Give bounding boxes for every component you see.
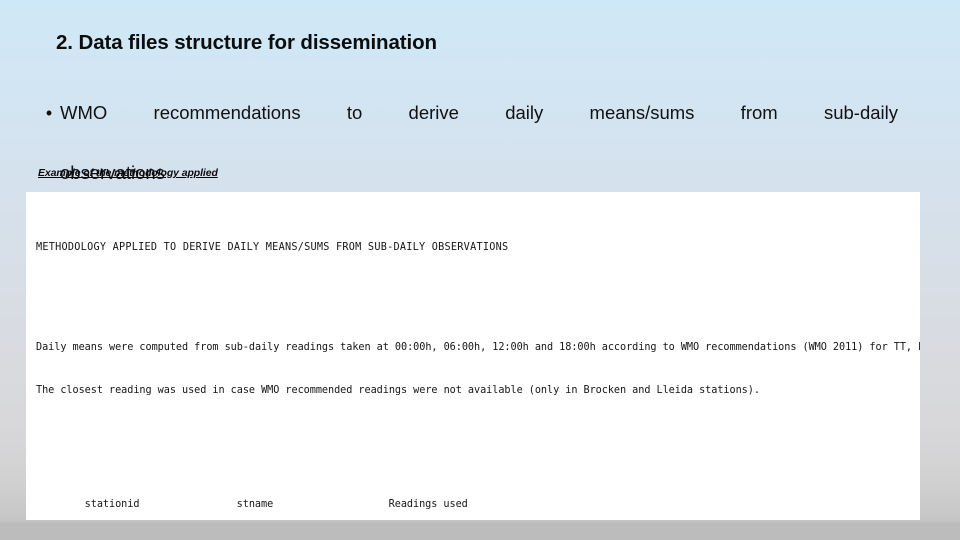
methodology-text-body: METHODOLOGY APPLIED TO DERIVE DAILY MEAN… (36, 198, 920, 520)
table-header-row: stationid stname Readings used (36, 484, 920, 510)
column-header-readings: Readings used (388, 499, 468, 511)
column-header-stname: stname (236, 499, 274, 511)
methodology-intro-line-2: The closest reading was used in case WMO… (36, 384, 760, 396)
column-header-stationid: stationid (84, 499, 140, 511)
page-title: 2. Data files structure for disseminatio… (56, 31, 437, 54)
bottom-band (0, 522, 960, 540)
example-caption: Example of the methodology applied (38, 167, 218, 179)
bullet-item-line-1: WMO recommendations to derive daily mean… (60, 102, 898, 123)
methodology-screenshot: METHODOLOGY APPLIED TO DERIVE DAILY MEAN… (26, 192, 920, 520)
slide-canvas: 2. Data files structure for disseminatio… (0, 0, 960, 540)
methodology-intro-line-1: Daily means were computed from sub-daily… (36, 341, 920, 353)
bullet-marker-icon: • (45, 103, 53, 123)
methodology-heading: METHODOLOGY APPLIED TO DERIVE DAILY MEAN… (36, 241, 509, 253)
